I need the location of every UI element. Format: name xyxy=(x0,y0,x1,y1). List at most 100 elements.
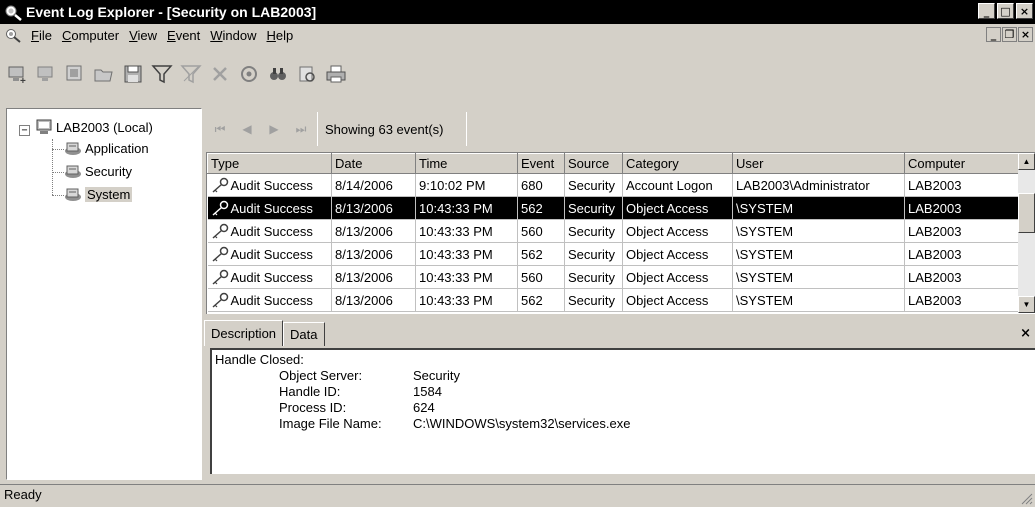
tree-node-label: Security xyxy=(85,163,132,179)
detail-field-value: 1584 xyxy=(413,384,442,399)
column-header-user[interactable]: User xyxy=(732,153,905,174)
maximize-button[interactable]: □ xyxy=(997,3,1014,19)
cell-user: \SYSTEM xyxy=(732,219,905,243)
cell-time: 10:43:33 PM xyxy=(415,288,518,312)
cell-type: Audit Success xyxy=(207,173,332,197)
open-log-button[interactable] xyxy=(62,61,88,87)
audit-success-key-icon xyxy=(212,177,228,193)
vertical-scrollbar[interactable]: ▲ ▼ xyxy=(1018,153,1035,313)
open-log-icon xyxy=(66,65,82,81)
menu-file[interactable]: File xyxy=(26,28,57,43)
mdi-minimize-button[interactable]: _ xyxy=(986,27,1001,42)
save-icon xyxy=(124,65,142,83)
clear-filter-icon xyxy=(180,65,202,84)
detail-field-value: Security xyxy=(413,368,460,383)
next-page-button[interactable]: ▶ xyxy=(263,118,285,140)
tab-description[interactable]: Description xyxy=(204,320,284,346)
table-row[interactable]: Audit Success 8/13/2006 10:43:33 PM 560 Secu… xyxy=(207,219,1020,243)
open-folder-icon xyxy=(94,69,113,82)
filter-button[interactable] xyxy=(149,61,175,87)
detail-field: Handle ID: 1584 xyxy=(215,384,1032,400)
column-header-time[interactable]: Time xyxy=(415,153,518,174)
mdi-close-button[interactable]: × xyxy=(1018,27,1033,42)
cell-user: \SYSTEM xyxy=(732,265,905,289)
mdi-controls: _ ❐ × xyxy=(986,27,1033,42)
tab-data[interactable]: Data xyxy=(283,322,325,346)
detail-field-key: Handle ID: xyxy=(279,384,341,399)
resize-grip-icon[interactable] xyxy=(1019,491,1033,505)
separator xyxy=(317,112,318,146)
detail-field-value: C:\WINDOWS\system32\services.exe xyxy=(413,416,631,431)
cell-source: Security xyxy=(564,219,623,243)
title-bar: Event Log Explorer - [Security on LAB200… xyxy=(0,0,1035,24)
event-log-explorer-icon xyxy=(5,5,22,21)
menu-window[interactable]: Window xyxy=(205,28,261,43)
first-page-button[interactable]: ⏮ xyxy=(209,118,231,140)
table-row[interactable]: Audit Success 8/14/2006 9:10:02 PM 680 Secur… xyxy=(207,173,1020,197)
tree-node-label: LAB2003 (Local) xyxy=(56,119,153,135)
delete-button[interactable] xyxy=(207,61,233,87)
mdi-restore-button[interactable]: ❐ xyxy=(1002,27,1017,42)
column-header-category[interactable]: Category xyxy=(622,153,733,174)
cell-type-label: Audit Success xyxy=(230,177,313,193)
menu-event[interactable]: Event xyxy=(162,28,205,43)
cell-type-label: Audit Success xyxy=(230,246,313,262)
audit-success-key-icon xyxy=(212,292,228,308)
detail-field-key: Image File Name: xyxy=(279,416,382,431)
column-header-event[interactable]: Event xyxy=(517,153,565,174)
tree-node-system[interactable]: System xyxy=(64,185,133,203)
tree-node-security[interactable]: Security xyxy=(64,162,132,180)
window-controls: _ □ × xyxy=(978,3,1033,19)
document-window-icon[interactable] xyxy=(4,27,24,43)
menu-view[interactable]: View xyxy=(124,28,162,43)
remove-computer-button[interactable] xyxy=(33,61,59,87)
cell-computer: LAB2003 xyxy=(904,288,1020,312)
minimize-button[interactable]: _ xyxy=(978,3,995,19)
table-row[interactable]: Audit Success 8/13/2006 10:43:33 PM 562 Secu… xyxy=(207,288,1020,312)
properties-icon xyxy=(299,66,315,82)
column-header-type[interactable]: Type xyxy=(207,153,332,174)
save-button[interactable] xyxy=(120,61,146,87)
scroll-down-button[interactable]: ▼ xyxy=(1018,296,1035,313)
cell-category: Object Access xyxy=(622,288,733,312)
add-computer-button[interactable]: + xyxy=(4,61,30,87)
tree-node-application[interactable]: Application xyxy=(64,139,149,157)
remove-computer-icon xyxy=(37,66,53,81)
log-icon xyxy=(65,165,81,178)
find-button[interactable] xyxy=(265,61,291,87)
last-page-button[interactable]: ⏭ xyxy=(290,118,312,140)
column-header-date[interactable]: Date xyxy=(331,153,416,174)
cell-type: Audit Success xyxy=(207,196,332,220)
close-button[interactable]: × xyxy=(1016,3,1033,19)
description-heading: Handle Closed: xyxy=(215,352,304,367)
detail-field-value: 624 xyxy=(413,400,435,415)
menu-help[interactable]: Help xyxy=(262,28,299,43)
scroll-up-button[interactable]: ▲ xyxy=(1018,153,1035,170)
properties-button[interactable] xyxy=(294,61,320,87)
collapse-toggle[interactable]: − xyxy=(19,125,30,136)
print-button[interactable] xyxy=(323,61,349,87)
table-row[interactable]: Audit Success 8/13/2006 10:43:33 PM 562 Secu… xyxy=(207,196,1020,220)
scroll-thumb[interactable] xyxy=(1018,193,1035,233)
log-tree: − LAB2003 (Local) Application Security S… xyxy=(6,108,202,480)
menu-computer[interactable]: Computer xyxy=(57,28,124,43)
cell-type: Audit Success xyxy=(207,265,332,289)
cell-date: 8/13/2006 xyxy=(331,196,416,220)
close-detail-button[interactable]: × xyxy=(1020,326,1031,341)
app-window: Event Log Explorer - [Security on LAB200… xyxy=(0,0,1035,507)
column-header-computer[interactable]: Computer xyxy=(904,153,1020,174)
log-icon xyxy=(65,142,81,155)
cell-time: 10:43:33 PM xyxy=(415,265,518,289)
table-row[interactable]: Audit Success 8/13/2006 10:43:33 PM 562 Secu… xyxy=(207,242,1020,266)
previous-page-button[interactable]: ◀ xyxy=(236,118,258,140)
cell-computer: LAB2003 xyxy=(904,242,1020,266)
open-folder-button[interactable] xyxy=(91,61,117,87)
refresh-button[interactable] xyxy=(236,61,262,87)
cell-category: Object Access xyxy=(622,242,733,266)
clear-filter-button[interactable] xyxy=(178,61,204,87)
column-header-source[interactable]: Source xyxy=(564,153,623,174)
table-row[interactable]: Audit Success 8/13/2006 10:43:33 PM 560 Secu… xyxy=(207,265,1020,289)
detail-tabs: Description Data × xyxy=(204,320,1035,346)
cell-event: 562 xyxy=(517,196,565,220)
tree-node-lab2003[interactable]: LAB2003 (Local) xyxy=(35,118,153,136)
